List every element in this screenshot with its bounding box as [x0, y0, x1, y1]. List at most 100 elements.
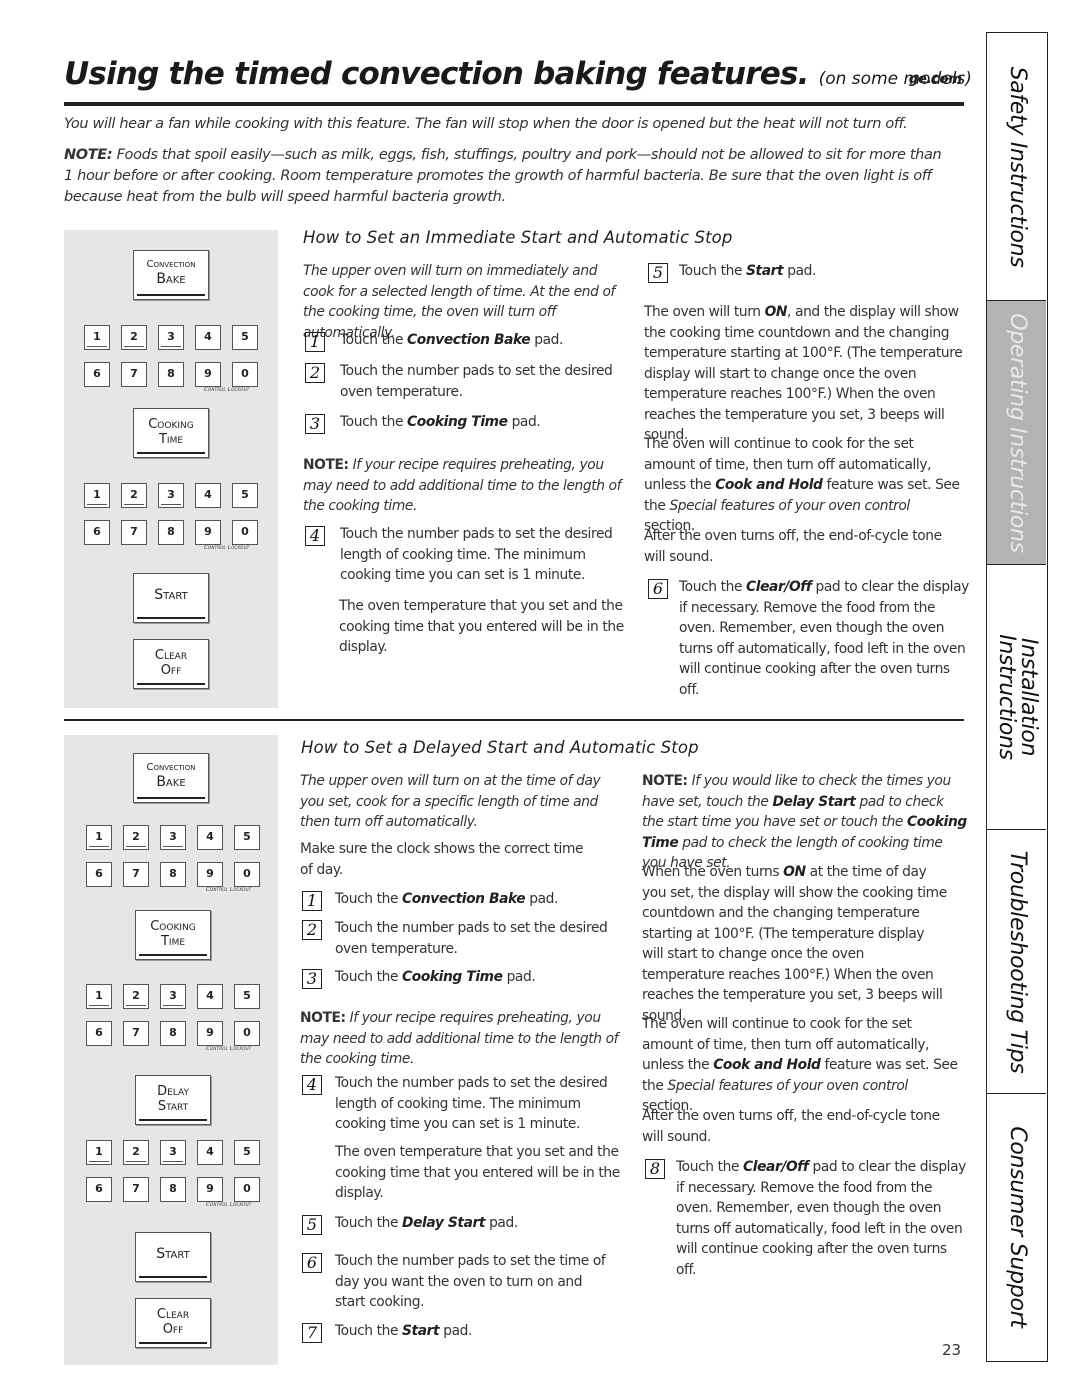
- section2-continue-text: The oven will continue to cook for the s…: [642, 1016, 958, 1114]
- tab-consumer-support[interactable]: Consumer Support: [987, 1094, 1046, 1360]
- site-link[interactable]: ge.com: [909, 72, 962, 87]
- control-lockout-label: Control Lockout: [204, 387, 250, 393]
- section2-step-3: 3 Touch the Cooking Time pad.: [302, 967, 622, 989]
- section1-step-5: 5 Touch the Start pad.: [648, 261, 968, 283]
- digit-pad: 1: [86, 1140, 112, 1165]
- step-text: Touch the Convection Bake pad.: [335, 891, 559, 907]
- digit-pad: 3: [160, 984, 186, 1009]
- digit-pad: 4: [197, 984, 223, 1009]
- digit-pad: 4: [197, 825, 223, 850]
- section1-tone-text: After the oven turns off, the end-of-cyc…: [644, 528, 942, 565]
- section2-step-5: 5 Touch the Delay Start pad.: [302, 1213, 622, 1235]
- step-text: Touch the Clear/Off pad to clear the dis…: [679, 579, 969, 698]
- step-number: 5: [648, 263, 668, 283]
- step-number: 3: [305, 414, 325, 434]
- convection-bake-pad: Convection Bake: [133, 753, 209, 803]
- step-text: Touch the number pads to set the desired…: [335, 1075, 608, 1132]
- clear-off-pad: Clear Off: [133, 639, 209, 689]
- step-number: 1: [305, 332, 325, 352]
- digit-pad: 5: [234, 984, 260, 1009]
- step-text: Touch the Start pad.: [335, 1323, 473, 1339]
- digit-pad: 5: [232, 483, 258, 508]
- page-title: Using the timed convection baking featur…: [64, 56, 972, 92]
- digit-pad: 7: [121, 362, 147, 387]
- section1-step-6: 6 Touch the Clear/Off pad to clear the d…: [648, 577, 969, 698]
- step-number: 7: [302, 1323, 322, 1343]
- digit-pad: 1: [84, 483, 110, 508]
- digit-pad: 6: [84, 520, 110, 545]
- section2-step-4: 4 Touch the number pads to set the desir…: [302, 1073, 622, 1135]
- digit-pad: 2: [123, 984, 149, 1009]
- digit-pad: 0: [234, 1021, 260, 1046]
- digit-pad: 2: [121, 483, 147, 508]
- step-number: 1: [302, 891, 322, 911]
- digit-pad: 8: [158, 520, 184, 545]
- keypad-illustration-immediate: Convection Bake 1 2 3 4 5 6 7 8 9 0 Contr…: [64, 230, 278, 708]
- section-divider: [64, 719, 964, 721]
- step-text: Touch the number pads to set the desired…: [335, 920, 608, 957]
- clear-off-pad: Clear Off: [135, 1298, 211, 1348]
- digit-pad: 5: [234, 1140, 260, 1165]
- section2-step-2: 2 Touch the number pads to set the desir…: [302, 918, 622, 960]
- digit-pad: 7: [121, 520, 147, 545]
- section-tabs: Safety Instructions Operating Instructio…: [986, 32, 1048, 1362]
- digit-pad: 0: [234, 862, 260, 887]
- digit-pad: 7: [123, 862, 149, 887]
- digit-pad: 9: [195, 362, 221, 387]
- section1-step-4: 4 Touch the number pads to set the desir…: [305, 524, 625, 586]
- section1-continue-text: The oven will continue to cook for the s…: [644, 436, 960, 534]
- digit-pad: 0: [232, 362, 258, 387]
- digit-pad: 0: [232, 520, 258, 545]
- food-safety-note: NOTE: Foods that spoil easily—such as mi…: [64, 147, 942, 205]
- step-text: Touch the number pads to set the time of…: [335, 1253, 606, 1310]
- convection-bake-pad: Convection Bake: [133, 250, 209, 300]
- digit-pad: 3: [160, 1140, 186, 1165]
- digit-pad: 7: [123, 1177, 149, 1202]
- step-text: Touch the Cooking Time pad.: [335, 969, 536, 985]
- step-text: Touch the number pads to set the desired…: [340, 363, 613, 400]
- step-text: Touch the Cooking Time pad.: [340, 414, 541, 430]
- tab-installation-instructions[interactable]: Installation Instructions: [987, 565, 1046, 830]
- digit-pad: 3: [158, 325, 184, 350]
- section2-display-text: The oven temperature that you set and th…: [335, 1144, 620, 1201]
- digit-pad: 6: [86, 1021, 112, 1046]
- control-lockout-label: Control Lockout: [206, 1046, 252, 1052]
- digit-pad: 2: [121, 325, 147, 350]
- title-divider: [64, 102, 964, 106]
- step-number: 6: [648, 579, 668, 599]
- step-number: 3: [302, 969, 322, 989]
- tab-operating-instructions[interactable]: Operating Instructions: [987, 301, 1046, 565]
- section-heading-immediate: How to Set an Immediate Start and Automa…: [303, 228, 733, 247]
- digit-pad: 6: [86, 1177, 112, 1202]
- digit-pad: 8: [160, 1177, 186, 1202]
- section2-preheat-note: NOTE: If your recipe requires preheating…: [300, 1010, 619, 1067]
- tab-troubleshooting-tips[interactable]: Troubleshooting Tips: [987, 830, 1046, 1094]
- digit-pad: 0: [234, 1177, 260, 1202]
- cooking-time-pad: Cooking Time: [133, 408, 209, 458]
- step-text: Touch the Delay Start pad.: [335, 1215, 518, 1231]
- digit-pad: 9: [197, 1177, 223, 1202]
- digit-pad: 8: [160, 1021, 186, 1046]
- digit-pad: 4: [197, 1140, 223, 1165]
- section2-tone-text: After the oven turns off, the end-of-cyc…: [642, 1108, 940, 1145]
- intro-text: You will hear a fan while cooking with t…: [64, 116, 908, 132]
- section1-step-1: 1 Touch the Convection Bake pad.: [305, 330, 625, 352]
- section2-step-1: 1 Touch the Convection Bake pad.: [302, 889, 622, 911]
- step-number: 5: [302, 1215, 322, 1235]
- step-number: 2: [305, 363, 325, 383]
- digit-pad: 3: [158, 483, 184, 508]
- section2-step-8: 8 Touch the Clear/Off pad to clear the d…: [645, 1157, 970, 1278]
- step-text: Touch the Start pad.: [679, 263, 817, 279]
- page-number: 23: [942, 1341, 962, 1359]
- page-header: Using the timed convection baking featur…: [64, 56, 972, 98]
- digit-pad: 6: [84, 362, 110, 387]
- step-number: 4: [302, 1075, 322, 1095]
- section2-step-6: 6 Touch the number pads to set the time …: [302, 1251, 622, 1313]
- digit-pad: 5: [232, 325, 258, 350]
- section2-check-times-note: NOTE: If you would like to check the tim…: [642, 773, 967, 871]
- tab-safety-instructions[interactable]: Safety Instructions: [987, 33, 1046, 301]
- digit-pad: 9: [195, 520, 221, 545]
- step-text: Touch the Clear/Off pad to clear the dis…: [676, 1159, 966, 1278]
- section1-display-text: The oven temperature that you set and th…: [339, 598, 624, 655]
- step-number: 6: [302, 1253, 322, 1273]
